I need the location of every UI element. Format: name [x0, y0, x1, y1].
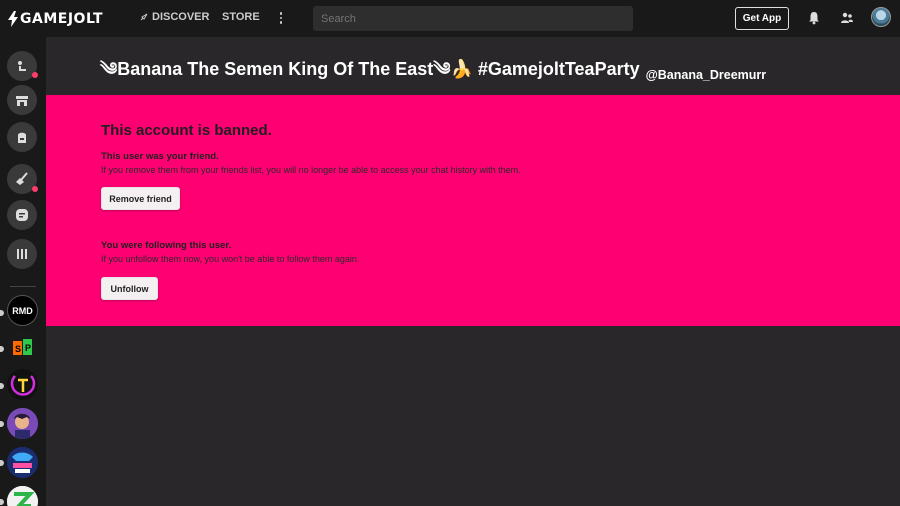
z-logo-icon [7, 486, 38, 506]
broom-icon [16, 172, 28, 185]
community-character[interactable] [7, 408, 38, 439]
community-sp[interactable]: S P [7, 331, 38, 362]
unread-indicator [0, 383, 4, 389]
unread-indicator [0, 346, 4, 352]
left-sidebar: RMD S P [0, 37, 46, 506]
character-avatar-icon [7, 408, 38, 439]
sidebar-divider [10, 286, 36, 287]
notification-badge [32, 72, 38, 78]
sidebar-item-collections[interactable] [7, 239, 37, 269]
profile-display-name: ༄Banana The Semen King Of The East༄🍌 #Ga… [100, 59, 640, 79]
backpack-icon [18, 132, 26, 143]
nav-discover[interactable]: DISCOVER [140, 11, 209, 23]
follow-description: If you unfollow them now, you won't be a… [101, 254, 360, 264]
community-rmd[interactable]: RMD [7, 295, 38, 326]
top-nav-bar: GAMEJOLT DISCOVER STORE Get App [0, 0, 900, 37]
profile-header: ༄Banana The Semen King Of The East༄🍌 #Ga… [100, 59, 767, 88]
store-icon [16, 96, 28, 106]
community-rmd-label: RMD [12, 305, 33, 316]
activity-icon [18, 61, 26, 71]
profile-username[interactable]: @Banana_Dreemurr [646, 68, 767, 82]
community-fnf[interactable] [7, 447, 38, 478]
gamejolt-logo[interactable]: GAME JOLT [8, 10, 103, 28]
get-app-button[interactable]: Get App [735, 7, 789, 30]
unread-indicator [0, 460, 4, 466]
bolt-icon [8, 11, 18, 27]
svg-text:P: P [25, 343, 31, 353]
sidebar-item-store[interactable] [7, 85, 37, 115]
sidebar-item-chat[interactable] [7, 200, 37, 230]
nav-store[interactable]: STORE [222, 11, 260, 23]
follow-heading: You were following this user. [101, 240, 232, 251]
banned-notice: This account is banned. This user was yo… [46, 95, 900, 326]
unread-indicator [0, 499, 4, 505]
nav-discover-label: DISCOVER [152, 11, 210, 23]
notification-badge [32, 186, 38, 192]
community-ti[interactable] [7, 369, 38, 400]
more-vertical-icon[interactable] [276, 9, 286, 27]
friend-description: If you remove them from your friends lis… [101, 165, 521, 175]
remove-friend-button[interactable]: Remove friend [101, 187, 180, 210]
bell-icon[interactable] [806, 10, 822, 26]
svg-text:S: S [15, 344, 21, 354]
sp-logo-icon: S P [12, 338, 32, 355]
sidebar-item-library[interactable] [7, 122, 37, 152]
friends-icon[interactable] [839, 10, 855, 26]
fnf-logo-icon [7, 447, 38, 478]
chat-icon [16, 209, 28, 221]
logo-game-text: GAME [20, 11, 68, 27]
unread-indicator [0, 421, 4, 427]
rocket-icon [140, 13, 148, 21]
banned-title: This account is banned. [101, 122, 272, 139]
unfollow-button[interactable]: Unfollow [101, 277, 158, 300]
search-input[interactable] [313, 6, 633, 31]
ti-logo-icon [10, 374, 35, 396]
collections-icon [17, 249, 27, 259]
user-avatar[interactable] [871, 7, 891, 27]
logo-jolt-text: JOLT [67, 11, 104, 27]
friend-heading: This user was your friend. [101, 151, 219, 162]
unread-indicator [0, 310, 4, 316]
community-z[interactable] [7, 486, 38, 506]
